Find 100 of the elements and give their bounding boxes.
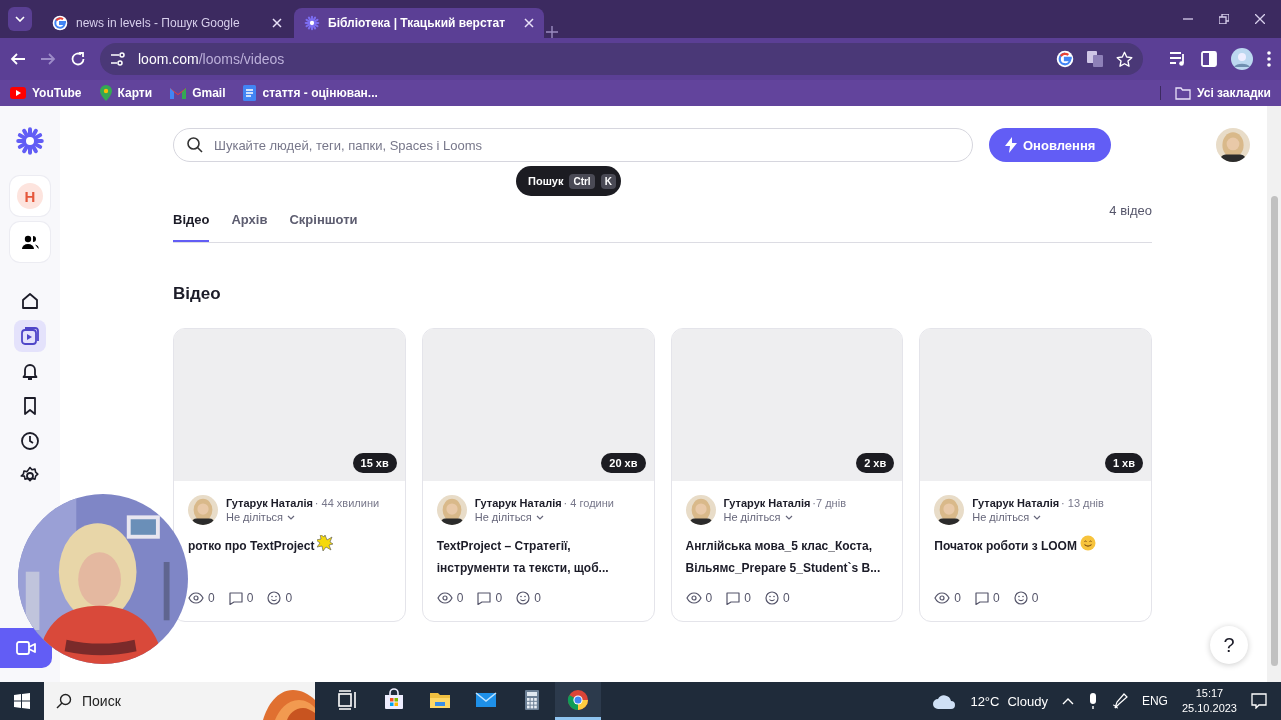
browser-tab[interactable]: news in levels - Пошук Google <box>42 8 292 38</box>
duration-badge: 15 хв <box>352 453 397 473</box>
browser-tab[interactable]: Бібліотека | Ткацький верстат <box>294 8 544 38</box>
new-tab-icon[interactable] <box>546 26 558 38</box>
comment-icon <box>974 591 989 605</box>
scrollbar-thumb[interactable] <box>1270 196 1278 666</box>
folder-icon <box>1175 86 1191 100</box>
sharing-dropdown[interactable]: Не діліться <box>723 511 846 523</box>
mail-icon <box>170 87 187 99</box>
library-tab[interactable]: Скріншоти <box>289 196 358 242</box>
record-button[interactable] <box>0 628 52 668</box>
language-indicator[interactable]: ENG <box>1141 694 1168 708</box>
chevron-up-icon[interactable] <box>1061 697 1074 705</box>
video-title[interactable]: ротко про TextProject <box>188 535 315 557</box>
help-button[interactable]: ? <box>1210 626 1248 664</box>
smiley-icon <box>1079 535 1096 551</box>
reload-icon[interactable] <box>70 51 86 67</box>
comment-icon <box>477 591 492 605</box>
pen-icon[interactable] <box>1111 693 1128 709</box>
video-thumbnail[interactable]: 1 хв <box>920 329 1151 481</box>
video-camera-icon <box>16 641 36 655</box>
video-thumbnail[interactable]: 20 хв <box>422 329 654 481</box>
comment-count: 0 <box>992 591 1000 605</box>
close-icon[interactable] <box>272 18 282 28</box>
members-button[interactable] <box>10 222 50 262</box>
more-menu-icon[interactable] <box>1267 51 1271 67</box>
library-tab[interactable]: Відео <box>173 196 210 242</box>
microphone-icon[interactable] <box>1087 693 1098 709</box>
search-shortcut-tooltip: Пошук Ctrl K <box>516 166 621 196</box>
close-icon[interactable] <box>524 18 534 28</box>
bell-icon <box>20 361 40 381</box>
author-avatar <box>188 495 218 525</box>
video-title[interactable]: Англійська мова_5 клас_Коста, Вільямс_Prepare 5_Student`s B... <box>685 535 889 579</box>
google-icon <box>1056 50 1074 68</box>
video-title[interactable]: Початок роботи з LOOM <box>934 535 1077 557</box>
weather-condition: Cloudy <box>1007 693 1048 709</box>
bookmark[interactable]: YouTube <box>10 86 82 100</box>
bookmark[interactable]: стаття - оцінюван... <box>243 85 378 101</box>
comment-count: 0 <box>246 591 254 605</box>
upload-time: · 4 години <box>563 497 614 509</box>
all-bookmarks-button[interactable]: Усі закладки <box>1160 86 1271 100</box>
comment-icon <box>726 591 741 605</box>
smiley-icon <box>1013 591 1028 605</box>
video-thumbnail[interactable]: 2 хв <box>671 329 903 481</box>
video-card[interactable]: 1 хв Гутарук Наталія · 13 днів Не діліться Початок роботи з LOOM 0 0 0 <box>919 328 1152 622</box>
duration-badge: 2 хв <box>856 453 895 473</box>
star-icon[interactable] <box>1116 50 1133 68</box>
reaction-count: 0 <box>1031 591 1039 605</box>
profile-avatar-icon[interactable] <box>1231 48 1253 70</box>
store-icon[interactable] <box>382 687 406 712</box>
video-card[interactable]: 2 хв Гутарук Наталія ·7 днів Не діліться Англійська мова_5 клас_Коста, Вільямс_Prepare 5_Student`s B... 0 0 0 <box>670 328 904 622</box>
chevron-down-icon <box>15 16 25 22</box>
video-card[interactable]: 15 хв Гутарук Наталія · 44 хвилини Не діліться ротко про TextProject 0 0 0 <box>173 328 406 622</box>
reaction-count: 0 <box>782 591 790 605</box>
chevron-down-icon <box>784 514 793 520</box>
sharing-dropdown[interactable]: Не діліться <box>972 511 1104 523</box>
address-bar[interactable]: loom.com/looms/videos <box>100 43 1143 75</box>
smiley-icon <box>764 591 779 605</box>
youtube-icon <box>10 87 26 99</box>
bookmark[interactable]: Карти <box>99 85 153 101</box>
eye-icon <box>188 592 204 604</box>
upload-time: ·7 днів <box>812 497 846 509</box>
clock-date: 25.10.2023 <box>1181 701 1237 716</box>
upload-time: · 44 хвилини <box>314 497 380 509</box>
sidebar-nav-item[interactable] <box>14 320 46 352</box>
media-queue-icon[interactable] <box>1169 51 1187 67</box>
side-panel-icon[interactable] <box>1201 51 1217 67</box>
smiley-icon <box>516 591 531 605</box>
sharing-dropdown[interactable]: Не діліться <box>474 511 614 523</box>
video-thumbnail[interactable]: 15 хв <box>174 329 405 481</box>
home-icon <box>20 291 40 311</box>
upgrade-button[interactable]: Оновлення <box>989 128 1112 162</box>
sharing-dropdown[interactable]: Не діліться <box>226 511 380 523</box>
video-card[interactable]: 20 хв Гутарук Наталія · 4 години Не діліться TextProject – Стратегії, інструменти та тексти, щоб... 0 0 0 <box>421 328 655 622</box>
tab-search-button[interactable] <box>8 7 32 31</box>
restore-icon[interactable] <box>1219 14 1229 24</box>
forward-icon[interactable] <box>40 51 56 67</box>
video-library-icon <box>20 326 40 346</box>
map-pin-icon <box>99 85 112 101</box>
close-icon[interactable] <box>1255 14 1265 24</box>
search-field[interactable]: Шукайте людей, теги, папки, Spaces і Looms <box>173 128 973 162</box>
windows-icon[interactable] <box>14 693 30 709</box>
video-title[interactable]: TextProject – Стратегії, інструменти та тексти, щоб... <box>436 535 640 579</box>
reaction-count: 0 <box>285 591 293 605</box>
video-count: 4 відео <box>1109 203 1152 218</box>
library-tab[interactable]: Архів <box>231 196 268 242</box>
duration-badge: 1 хв <box>1104 453 1143 473</box>
author-name: Гутарук Наталія <box>474 497 562 509</box>
bookmark[interactable]: Gmail <box>170 86 226 100</box>
site-settings-icon[interactable] <box>110 51 126 67</box>
loom-logo-icon <box>15 126 45 156</box>
user-avatar <box>1216 128 1250 162</box>
back-icon[interactable] <box>10 51 26 67</box>
taskbar-search-field[interactable]: Поиск <box>44 682 315 720</box>
chrome-icon[interactable] <box>566 687 590 712</box>
author-name: Гутарук Наталія <box>723 497 811 509</box>
notifications-icon[interactable] <box>1251 693 1267 709</box>
author-avatar <box>934 495 965 525</box>
clock-time: 15:17 <box>1195 686 1224 701</box>
google-icon <box>52 15 68 31</box>
